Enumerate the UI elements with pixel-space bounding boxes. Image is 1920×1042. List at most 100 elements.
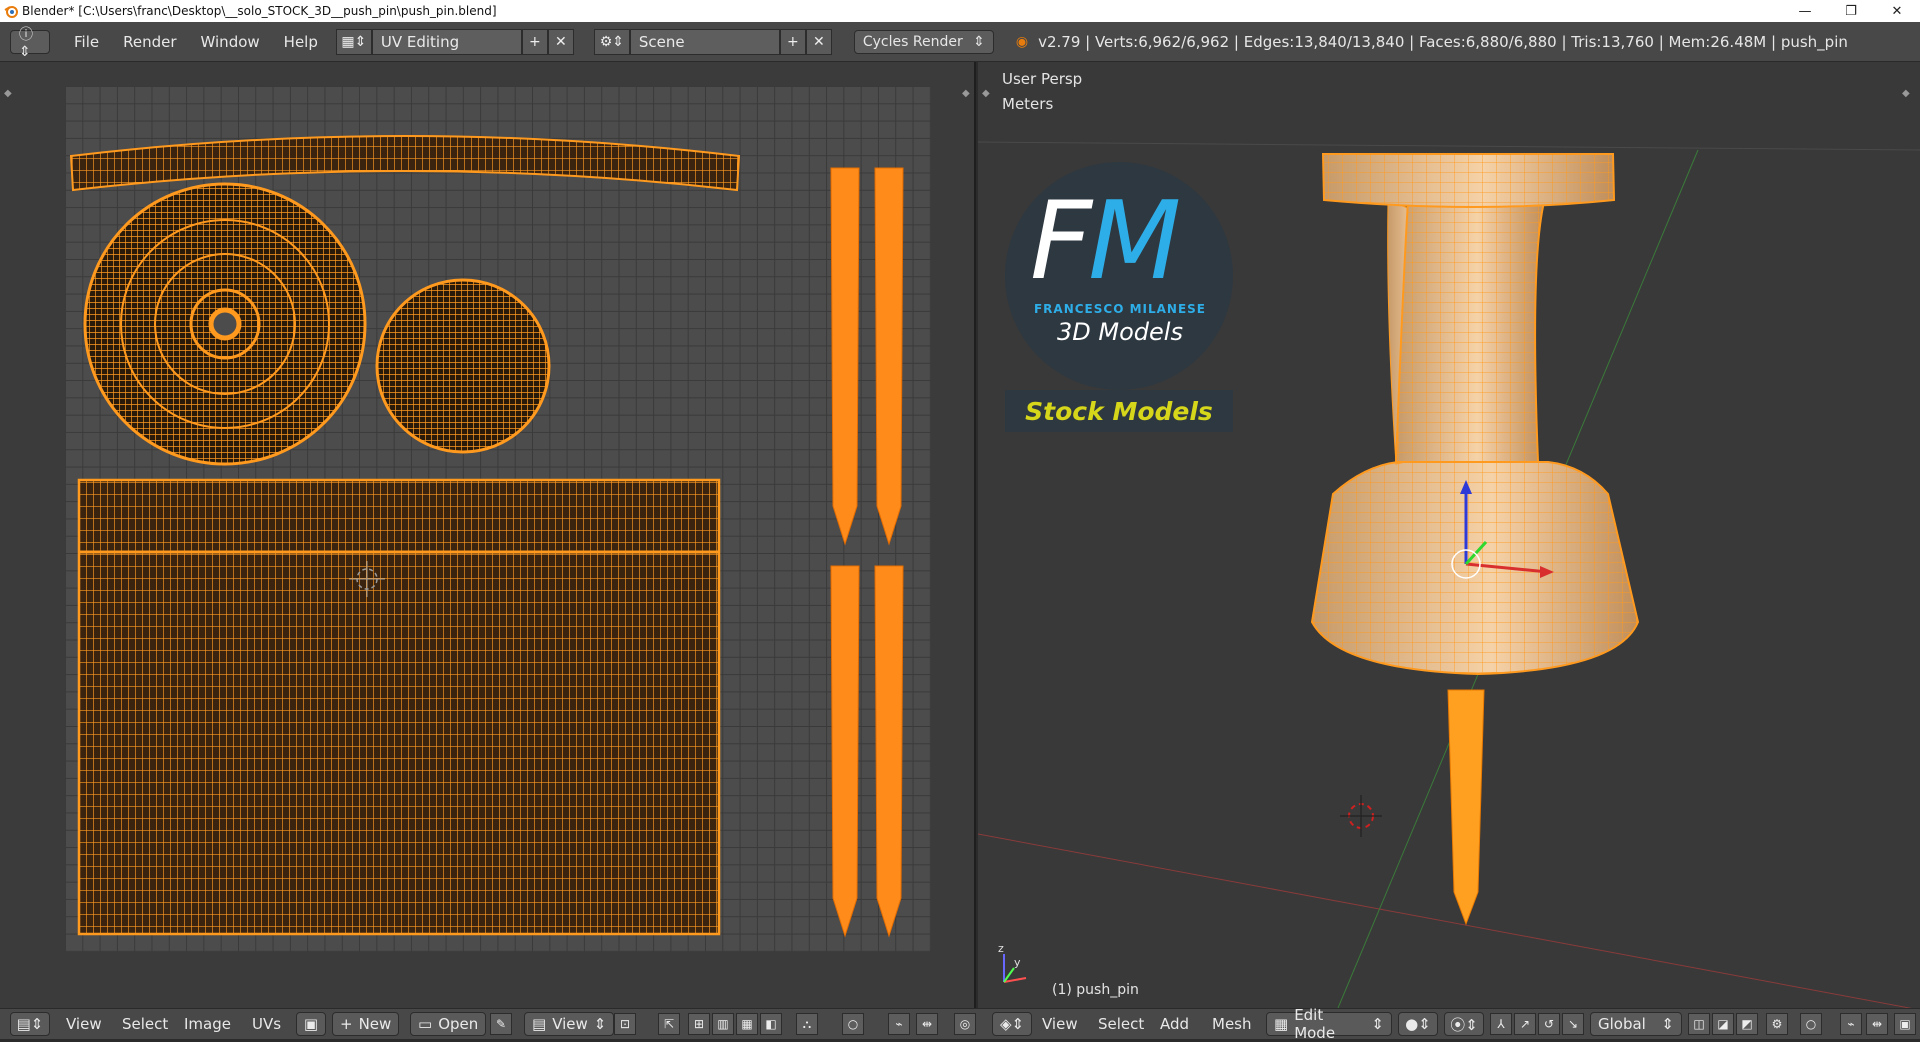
proportional-editing-icon[interactable]: ○ — [1800, 1013, 1822, 1035]
blender-logo-icon: ◉ — [1015, 33, 1029, 50]
plus-icon: + — [340, 1015, 353, 1033]
uv-menu-uvs[interactable]: UVs — [252, 1012, 281, 1036]
chevron-updown-icon: ⇕ — [1371, 1015, 1384, 1033]
orientation-dropdown[interactable]: Global ⇕ — [1590, 1012, 1682, 1036]
open-image-label: Open — [438, 1015, 479, 1033]
snap-target-icon[interactable]: ⇹ — [916, 1013, 938, 1035]
uv-island-disc-large — [83, 182, 367, 466]
uv-island-strip — [69, 135, 741, 192]
view-mode-dropdown[interactable]: ▤ View ⇕ — [524, 1012, 615, 1036]
snap-toggle-icon[interactable]: ⌁ — [1840, 1013, 1862, 1035]
menu-file[interactable]: File — [62, 33, 111, 51]
view3d-menu-view[interactable]: View — [1042, 1012, 1078, 1036]
occlude-geometry-icon[interactable]: ⚙ — [1766, 1013, 1788, 1035]
pivot-point-icon: ⦿⇕ — [1450, 1015, 1478, 1034]
scene-selector-icon[interactable]: ⚙⇕ — [593, 28, 630, 55]
render-image-icon[interactable]: ◎ — [954, 1013, 976, 1035]
uv-image-editor[interactable]: ◆ ◆ — [0, 62, 976, 1008]
scene-statistics: v2.79 | Verts:6,962/6,962 | Edges:13,840… — [1038, 32, 1848, 51]
region-toggle-left-icon[interactable]: ◆ — [4, 88, 12, 99]
add-scene-icon[interactable]: + — [779, 28, 806, 55]
rotate-manipulator-icon[interactable]: ↺ — [1538, 1013, 1560, 1035]
axis-orientation-icon: z y — [998, 942, 1027, 983]
cube-icon: ◈⇕ — [999, 1015, 1025, 1033]
image-browse-button[interactable]: ▣ — [296, 1012, 326, 1036]
open-image-button[interactable]: ▭ Open — [410, 1012, 487, 1036]
logo-author-name: FRANCESCO MILANESE — [1033, 302, 1207, 316]
3d-cursor-icon[interactable] — [1340, 795, 1382, 837]
snap-element-icon[interactable]: ⇹ — [1866, 1013, 1888, 1035]
view3d-menu-add[interactable]: Add — [1160, 1012, 1189, 1036]
uv-island-pin-strips-top — [830, 167, 904, 546]
uv-island-pin-strips-bottom — [830, 565, 904, 938]
menu-render[interactable]: Render — [111, 33, 188, 51]
info-header: ⓘ ⇕ File Render Window Help ▦⇕ UV Editin… — [0, 22, 1920, 62]
edge-select-mode-icon[interactable]: ◪ — [1712, 1013, 1734, 1035]
view3d-menu-mesh[interactable]: Mesh — [1212, 1012, 1252, 1036]
logo-letter-f: F — [1030, 179, 1092, 304]
logo-subtitle: 3D Models — [1057, 318, 1183, 346]
translate-manipulator-icon[interactable]: ↗ — [1514, 1013, 1536, 1035]
edit-mode-icon: ▦ — [1274, 1015, 1289, 1033]
new-image-label: New — [358, 1015, 392, 1033]
edge-select-icon[interactable]: ▥ — [712, 1013, 734, 1035]
sync-selection-icon[interactable]: ⇱ — [658, 1013, 680, 1035]
window-titlebar: Blender* [C:\Users\franc\Desktop\__solo_… — [0, 0, 1920, 22]
island-select-icon[interactable]: ◧ — [760, 1013, 782, 1035]
pivot-icon[interactable]: ⊡ — [614, 1013, 636, 1035]
logo-banner: Stock Models — [1005, 390, 1233, 432]
menu-window[interactable]: Window — [189, 33, 272, 51]
new-image-button[interactable]: + New — [332, 1012, 400, 1036]
restore-button[interactable]: ❐ — [1828, 0, 1874, 22]
screen-layout-icon[interactable]: ▦⇕ — [335, 28, 372, 55]
face-select-mode-icon[interactable]: ◩ — [1736, 1013, 1758, 1035]
uv-menu-image[interactable]: Image — [184, 1012, 231, 1036]
manipulator-toggle-icon[interactable]: ⅄ — [1490, 1013, 1512, 1035]
proportional-edit-icon[interactable]: ○ — [842, 1013, 864, 1035]
info-icon: ⓘ ⇕ — [19, 26, 33, 60]
vertex-select-mode-icon[interactable]: ◫ — [1688, 1013, 1710, 1035]
blender-logo-icon — [0, 0, 22, 22]
logo-letter-m: M — [1088, 179, 1181, 304]
shading-dropdown[interactable]: ●⇕ — [1398, 1012, 1438, 1036]
pin-head — [1321, 153, 1616, 208]
svg-text:y: y — [1014, 956, 1021, 969]
uv-island-large-rect — [77, 478, 721, 936]
editor-header-bar: ▤⇕ View Select Image UVs ▣ + New ▭ Open … — [0, 1006, 1920, 1042]
uv-islands — [69, 135, 904, 938]
render-engine-label: Cycles Render — [862, 33, 963, 50]
view3d-menu-select[interactable]: Select — [1098, 1012, 1144, 1036]
remove-layout-icon[interactable]: ✕ — [547, 28, 574, 55]
region-toggle-right-icon[interactable]: ◆ — [962, 88, 970, 99]
add-layout-icon[interactable]: + — [521, 28, 548, 55]
remove-scene-icon[interactable]: ✕ — [805, 28, 832, 55]
snap-icon[interactable]: ⌁ — [888, 1013, 910, 1035]
render-engine-dropdown[interactable]: Cycles Render ⇕ — [853, 29, 994, 54]
view-mode-label: View — [552, 1015, 588, 1033]
sticky-select-icon[interactable]: ⛬ — [796, 1013, 818, 1035]
close-button[interactable]: ✕ — [1874, 0, 1920, 22]
layout-name-field[interactable]: UV Editing — [371, 28, 522, 55]
minimize-button[interactable]: — — [1782, 0, 1828, 22]
uv-menu-select[interactable]: Select — [122, 1012, 168, 1036]
pivot-dropdown[interactable]: ⦿⇕ — [1444, 1012, 1484, 1036]
scale-manipulator-icon[interactable]: ↘ — [1562, 1013, 1584, 1035]
render-preview-icon[interactable]: ▣ — [1894, 1013, 1916, 1035]
face-select-icon[interactable]: ▦ — [736, 1013, 758, 1035]
orientation-label: Global — [1598, 1015, 1646, 1033]
uv-editor-type-button[interactable]: ▤⇕ — [10, 1012, 50, 1036]
logo-monogram: FM — [1030, 188, 1181, 296]
scene-name-field[interactable]: Scene — [629, 28, 780, 55]
view3d-editor-type-button[interactable]: ◈⇕ — [992, 1012, 1032, 1036]
uv-menu-view[interactable]: View — [66, 1012, 102, 1036]
editor-type-info-button[interactable]: ⓘ ⇕ — [10, 27, 50, 60]
uv-canvas[interactable] — [65, 86, 931, 952]
image-browse-icon: ▣ — [303, 1015, 319, 1033]
svg-text:z: z — [998, 942, 1004, 955]
vertex-select-icon[interactable]: ⊞ — [688, 1013, 710, 1035]
view-mode-icon: ▤ — [532, 1015, 547, 1033]
menu-help[interactable]: Help — [272, 33, 330, 51]
pin-icon[interactable]: ✎ — [490, 1013, 512, 1035]
pin-needle — [1447, 689, 1485, 926]
mode-dropdown[interactable]: ▦ Edit Mode ⇕ — [1266, 1006, 1392, 1042]
